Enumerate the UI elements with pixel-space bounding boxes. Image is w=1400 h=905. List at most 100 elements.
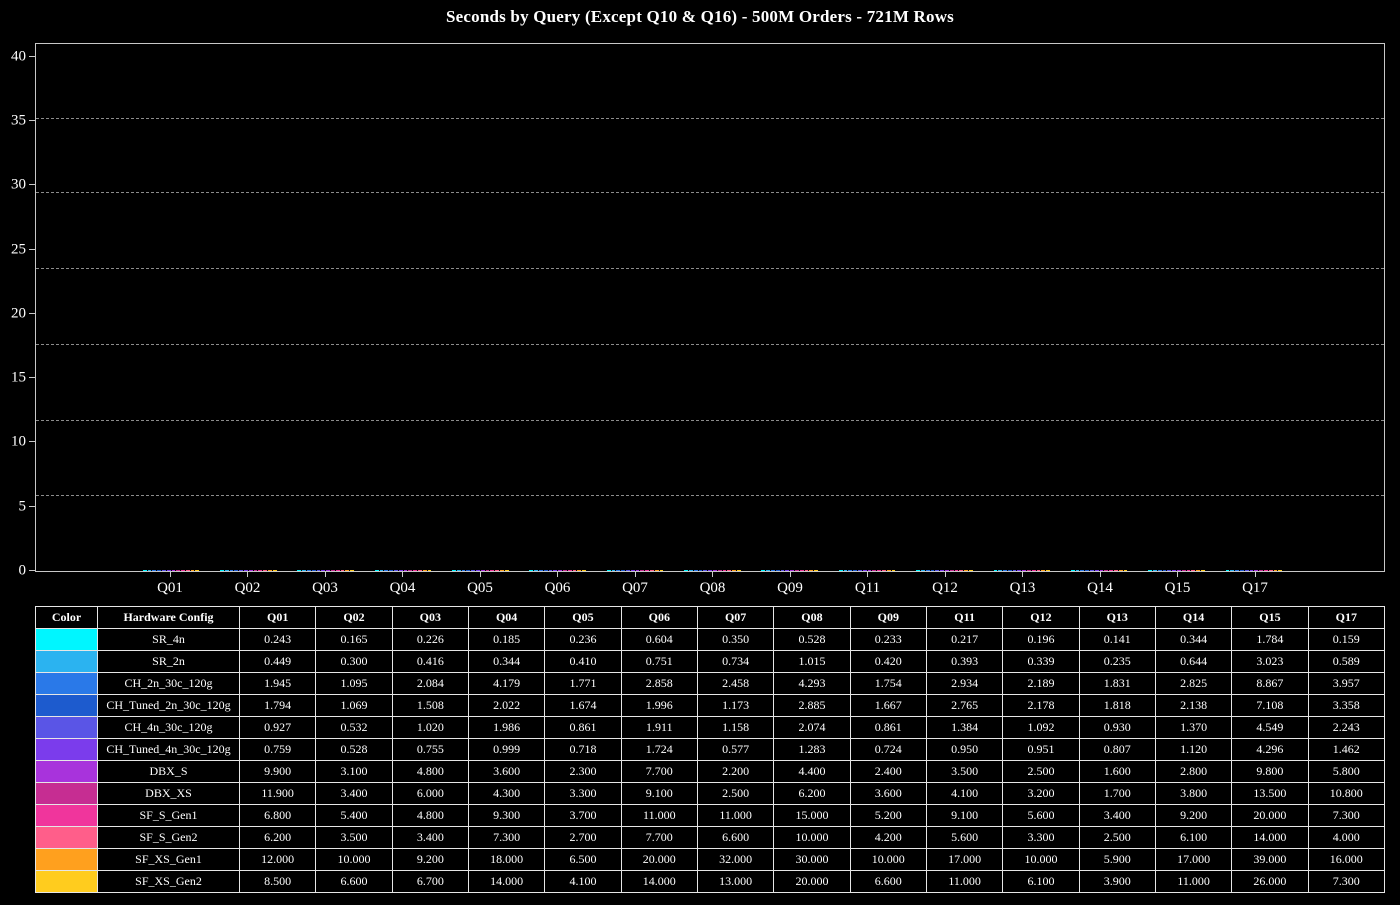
- color-swatch-CH_4n_30c_120g: [36, 717, 98, 739]
- value-SR_2n-Q04: 0.344: [468, 651, 544, 673]
- value-SF_S_Gen2-Q09: 4.200: [850, 827, 926, 849]
- value-CH_Tuned_2n_30c_120g-Q08: 2.885: [774, 695, 850, 717]
- value-SF_XS_Gen1-Q04: 18.000: [468, 849, 544, 871]
- bar-SF_XS_Gen1-Q12: [964, 570, 968, 571]
- x-tick-mark: [945, 572, 946, 577]
- value-SR_2n-Q13: 0.235: [1079, 651, 1155, 673]
- bar-DBX_XS-Q14: [1104, 570, 1108, 571]
- bar-SF_S_Gen1-Q09: [800, 570, 804, 571]
- value-SR_4n-Q06: 0.604: [621, 629, 697, 651]
- value-DBX_S-Q05: 2.300: [545, 761, 621, 783]
- value-DBX_XS-Q07: 2.500: [697, 783, 773, 805]
- bar-SF_S_Gen2-Q11: [882, 570, 886, 571]
- value-CH_4n_30c_120g-Q07: 1.158: [697, 717, 773, 739]
- plot-area: [35, 43, 1385, 572]
- bar-CH_Tuned_2n_30c_120g-Q11: [853, 570, 857, 571]
- value-CH_Tuned_2n_30c_120g-Q02: 1.069: [316, 695, 392, 717]
- bar-SF_S_Gen1-Q14: [1109, 570, 1113, 571]
- bar-CH_2n_30c_120g-Q02: [230, 570, 234, 571]
- bar-SR_2n-Q08: [689, 570, 693, 571]
- bar-CH_4n_30c_120g-Q06: [549, 570, 553, 571]
- value-SR_4n-Q12: 0.196: [1003, 629, 1079, 651]
- bar-DBX_S-Q13: [1022, 570, 1026, 571]
- x-slot-Q08: Q08: [684, 572, 742, 597]
- value-SR_2n-Q05: 0.410: [545, 651, 621, 673]
- bar-SF_S_Gen1-Q05: [490, 570, 494, 571]
- value-DBX_S-Q07: 2.200: [697, 761, 773, 783]
- bar-CH_Tuned_4n_30c_120g-Q03: [321, 570, 325, 571]
- bar-CH_2n_30c_120g-Q17: [1235, 570, 1239, 571]
- value-SR_2n-Q09: 0.420: [850, 651, 926, 673]
- header-Q12: Q12: [1003, 607, 1079, 629]
- value-SF_XS_Gen1-Q06: 20.000: [621, 849, 697, 871]
- value-DBX_XS-Q02: 3.400: [316, 783, 392, 805]
- value-SR_2n-Q17: 0.589: [1308, 651, 1384, 673]
- y-tick-label: 5: [19, 499, 27, 514]
- bar-SF_S_Gen1-Q11: [877, 570, 881, 571]
- table-header-row: ColorHardware ConfigQ01Q02Q03Q04Q05Q06Q0…: [36, 607, 1385, 629]
- header-Q17: Q17: [1308, 607, 1384, 629]
- value-DBX_S-Q03: 4.800: [392, 761, 468, 783]
- bar-DBX_S-Q06: [558, 570, 562, 571]
- config-name: CH_Tuned_2n_30c_120g: [98, 695, 240, 717]
- x-slot-Q06: Q06: [529, 572, 587, 597]
- value-CH_Tuned_4n_30c_120g-Q05: 0.718: [545, 739, 621, 761]
- bar-SR_2n-Q06: [534, 570, 538, 571]
- value-CH_Tuned_4n_30c_120g-Q01: 0.759: [240, 739, 316, 761]
- value-SF_S_Gen1-Q05: 3.700: [545, 805, 621, 827]
- bar-group-inner: [220, 570, 277, 571]
- bar-SR_2n-Q11: [844, 570, 848, 571]
- bar-CH_Tuned_2n_30c_120g-Q02: [234, 570, 238, 571]
- bar-group-inner: [1071, 570, 1128, 571]
- bar-SF_XS_Gen2-Q17: [1278, 570, 1282, 571]
- bar-SR_4n-Q09: [761, 570, 765, 571]
- bar-SF_XS_Gen2-Q02: [273, 570, 277, 571]
- bar-group-inner: [529, 570, 586, 571]
- x-tick-label: Q01: [157, 580, 183, 597]
- bar-SF_S_Gen2-Q07: [650, 570, 654, 571]
- color-swatch-SR_2n: [36, 651, 98, 673]
- value-SR_4n-Q08: 0.528: [774, 629, 850, 651]
- bar-SF_S_Gen2-Q14: [1114, 570, 1118, 571]
- bar-DBX_S-Q04: [404, 570, 408, 571]
- value-SF_S_Gen2-Q12: 3.300: [1003, 827, 1079, 849]
- x-tick-label: Q03: [312, 580, 338, 597]
- bar-SF_S_Gen1-Q12: [955, 570, 959, 571]
- bar-CH_Tuned_2n_30c_120g-Q04: [389, 570, 393, 571]
- value-CH_Tuned_4n_30c_120g-Q09: 0.724: [850, 739, 926, 761]
- header-Q02: Q02: [316, 607, 392, 629]
- value-CH_2n_30c_120g-Q01: 1.945: [240, 673, 316, 695]
- bar-CH_Tuned_2n_30c_120g-Q15: [1163, 570, 1167, 571]
- bar-SF_S_Gen2-Q08: [727, 570, 731, 571]
- config-name: SR_4n: [98, 629, 240, 651]
- value-CH_2n_30c_120g-Q09: 1.754: [850, 673, 926, 695]
- bar-SF_XS_Gen2-Q01: [195, 570, 199, 571]
- bar-group-inner: [684, 570, 741, 571]
- value-CH_4n_30c_120g-Q01: 0.927: [240, 717, 316, 739]
- value-DBX_S-Q15: 9.800: [1232, 761, 1308, 783]
- bar-CH_2n_30c_120g-Q13: [1003, 570, 1007, 571]
- value-DBX_S-Q06: 7.700: [621, 761, 697, 783]
- bar-group-Q15: [1147, 44, 1205, 571]
- bar-SR_4n-Q15: [1148, 570, 1152, 571]
- bar-SR_4n-Q11: [839, 570, 843, 571]
- value-SF_XS_Gen2-Q09: 6.600: [850, 871, 926, 893]
- config-name: DBX_S: [98, 761, 240, 783]
- x-tick-mark: [557, 572, 558, 577]
- value-CH_2n_30c_120g-Q12: 2.189: [1003, 673, 1079, 695]
- value-SR_4n-Q04: 0.185: [468, 629, 544, 651]
- x-tick-label: Q02: [235, 580, 261, 597]
- bar-group-inner: [1226, 570, 1283, 571]
- value-SR_2n-Q15: 3.023: [1232, 651, 1308, 673]
- bar-DBX_S-Q05: [481, 570, 485, 571]
- value-DBX_XS-Q04: 4.300: [468, 783, 544, 805]
- value-CH_4n_30c_120g-Q13: 0.930: [1079, 717, 1155, 739]
- x-tick-mark: [1177, 572, 1178, 577]
- x-tick-mark: [247, 572, 248, 577]
- value-SF_S_Gen1-Q06: 11.000: [621, 805, 697, 827]
- value-DBX_S-Q13: 1.600: [1079, 761, 1155, 783]
- bar-CH_4n_30c_120g-Q15: [1167, 570, 1171, 571]
- color-swatch-SF_XS_Gen1: [36, 849, 98, 871]
- bar-CH_Tuned_2n_30c_120g-Q08: [699, 570, 703, 571]
- bar-SF_S_Gen2-Q09: [805, 570, 809, 571]
